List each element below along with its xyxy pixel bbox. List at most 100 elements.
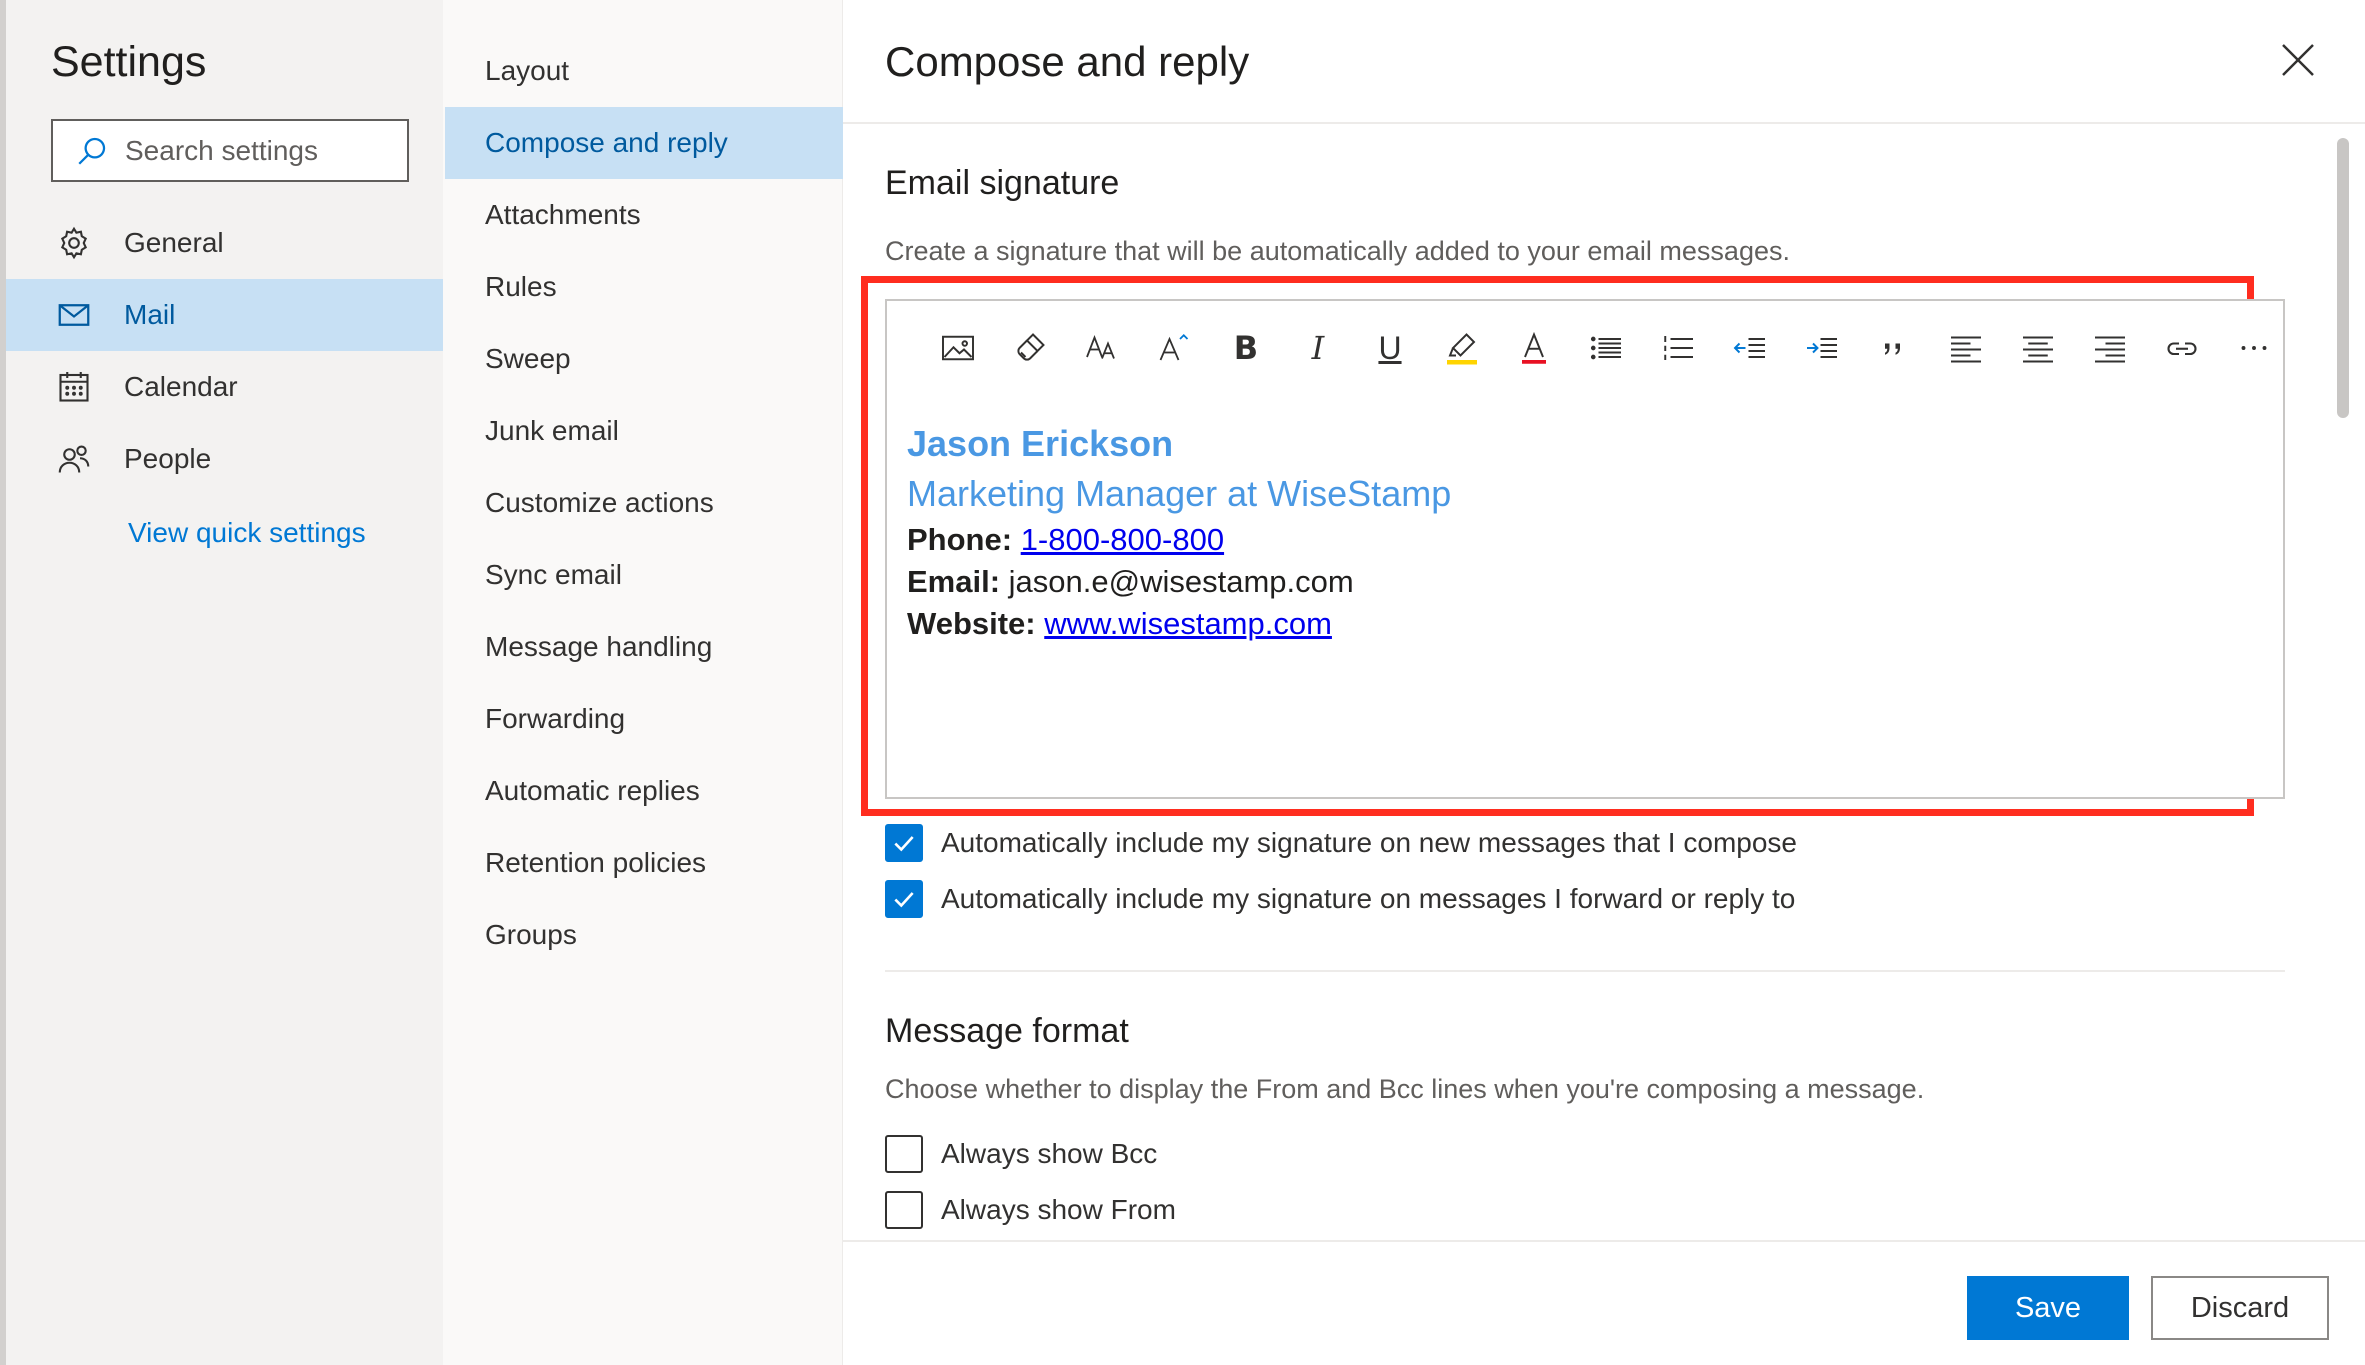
nav-item-rules[interactable]: Rules <box>445 251 843 323</box>
font-size-button[interactable] <box>1066 327 1138 369</box>
bold-icon: B <box>1233 329 1259 367</box>
close-icon[interactable] <box>2278 40 2318 80</box>
page-title: Compose and reply <box>885 38 1250 85</box>
italic-button[interactable]: I <box>1282 327 1354 369</box>
decrease-indent-button[interactable] <box>1714 327 1786 369</box>
category-label: Calendar <box>124 371 238 402</box>
always-show-bcc-option[interactable]: Always show Bcc <box>885 1135 1157 1173</box>
message-format-heading: Message format <box>885 1012 1129 1050</box>
search-placeholder: Search settings <box>125 134 318 166</box>
increase-indent-button[interactable] <box>1786 327 1858 369</box>
format-painter-button[interactable] <box>994 327 1066 369</box>
numbering-button[interactable] <box>1642 327 1714 369</box>
font-color-button[interactable] <box>1498 327 1570 369</box>
discard-button[interactable]: Discard <box>2151 1276 2329 1340</box>
align-left-icon <box>1951 336 1981 363</box>
email-signature-heading: Email signature <box>885 164 1120 202</box>
bullets-button[interactable] <box>1570 327 1642 369</box>
more-options-button[interactable] <box>2218 327 2290 369</box>
view-quick-settings-link[interactable]: View quick settings <box>128 517 366 549</box>
underline-icon: U <box>1378 329 1402 366</box>
nav-item-forwarding[interactable]: Forwarding <box>445 683 843 755</box>
increase-font-size-button[interactable] <box>1138 327 1210 369</box>
website-link[interactable]: www.wisestamp.com <box>1044 606 1332 641</box>
mail-settings-nav: Layout Compose and reply Attachments Rul… <box>443 0 843 1365</box>
always-show-bcc-checkbox[interactable] <box>885 1135 923 1173</box>
settings-pane: Settings Search settings General Mail Ca… <box>0 0 443 1365</box>
always-show-from-option[interactable]: Always show From <box>885 1191 1176 1229</box>
nav-item-automatic-replies[interactable]: Automatic replies <box>445 755 843 827</box>
nav-item-retention-policies[interactable]: Retention policies <box>445 827 843 899</box>
insert-picture-button[interactable] <box>922 327 994 369</box>
nav-item-sweep[interactable]: Sweep <box>445 323 843 395</box>
nav-item-junk-email[interactable]: Junk email <box>445 395 843 467</box>
search-settings-input[interactable]: Search settings <box>51 119 409 182</box>
underline-button[interactable]: U <box>1354 327 1426 369</box>
checkmark-icon <box>894 836 914 852</box>
signature-name: Jason Erickson <box>907 423 1174 464</box>
align-left-button[interactable] <box>1930 327 2002 369</box>
category-mail[interactable]: Mail <box>6 279 443 351</box>
font-color-icon <box>1522 331 1546 364</box>
compose-and-reply-panel: Compose and reply Email signature Create… <box>843 0 2365 1365</box>
auto-signature-new-checkbox[interactable] <box>885 824 923 862</box>
section-divider <box>885 970 2285 972</box>
increase-indent-icon <box>1807 338 1837 358</box>
email-signature-description: Create a signature that will be automati… <box>885 236 1790 266</box>
panel-header: Compose and reply <box>843 0 2365 124</box>
category-label: General <box>124 227 224 258</box>
phone-link[interactable]: 1-800-800-800 <box>1021 522 1224 557</box>
category-people[interactable]: People <box>6 423 443 495</box>
panel-footer: Save Discard <box>843 1240 2365 1365</box>
category-label: People <box>124 443 212 474</box>
phone-label: Phone: <box>907 522 1013 557</box>
settings-title: Settings <box>51 38 207 86</box>
nav-item-compose-and-reply[interactable]: Compose and reply <box>445 107 843 179</box>
people-icon <box>58 445 90 473</box>
category-calendar[interactable]: Calendar <box>6 351 443 423</box>
align-center-button[interactable] <box>2002 327 2074 369</box>
auto-signature-new-option[interactable]: Automatically include my signature on ne… <box>885 824 1797 862</box>
signature-role: Marketing Manager at WiseStamp <box>907 473 1452 514</box>
nav-item-layout[interactable]: Layout <box>445 35 843 107</box>
quote-icon <box>1885 343 1900 355</box>
formatting-toolbar: B I U <box>922 327 2290 369</box>
highlight-button[interactable] <box>1426 327 1498 369</box>
always-show-from-checkbox[interactable] <box>885 1191 923 1229</box>
auto-signature-reply-option[interactable]: Automatically include my signature on me… <box>885 880 1795 918</box>
insert-link-button[interactable] <box>2146 327 2218 369</box>
email-value: jason.e@wisestamp.com <box>1008 564 1354 599</box>
search-icon <box>78 137 106 165</box>
numbered-list-icon <box>1664 336 1693 360</box>
nav-item-groups[interactable]: Groups <box>445 899 843 971</box>
bold-button[interactable]: B <box>1210 327 1282 369</box>
auto-signature-reply-label: Automatically include my signature on me… <box>941 883 1796 914</box>
save-button[interactable]: Save <box>1967 1276 2129 1340</box>
nav-item-message-handling[interactable]: Message handling <box>445 611 843 683</box>
more-icon <box>2241 346 2267 350</box>
scrollbar-thumb[interactable] <box>2337 138 2349 418</box>
nav-item-sync-email[interactable]: Sync email <box>445 539 843 611</box>
nav-item-customize-actions[interactable]: Customize actions <box>445 467 843 539</box>
auto-signature-reply-checkbox[interactable] <box>885 880 923 918</box>
align-right-button[interactable] <box>2074 327 2146 369</box>
signature-content[interactable]: Jason Erickson Marketing Manager at Wise… <box>907 419 1451 645</box>
always-show-bcc-label: Always show Bcc <box>941 1138 1158 1169</box>
checkmark-icon <box>894 892 914 908</box>
category-label: Mail <box>124 299 176 330</box>
align-right-icon <box>2095 336 2125 363</box>
signature-editor[interactable]: B I U Jason Erickson Marketing Manager a… <box>885 299 2285 799</box>
signature-email-line: Email: jason.e@wisestamp.com <box>907 561 1451 603</box>
image-icon <box>942 335 974 361</box>
quote-button[interactable] <box>1858 327 1930 369</box>
email-label: Email: <box>907 564 1001 599</box>
gear-icon <box>60 226 88 260</box>
font-size-icon <box>1086 334 1115 359</box>
category-general[interactable]: General <box>6 207 443 279</box>
calendar-icon <box>59 372 89 402</box>
increase-font-icon <box>1159 333 1189 361</box>
italic-icon: I <box>1311 329 1325 367</box>
nav-item-attachments[interactable]: Attachments <box>445 179 843 251</box>
website-label: Website: <box>907 606 1036 641</box>
mail-icon <box>58 304 90 326</box>
